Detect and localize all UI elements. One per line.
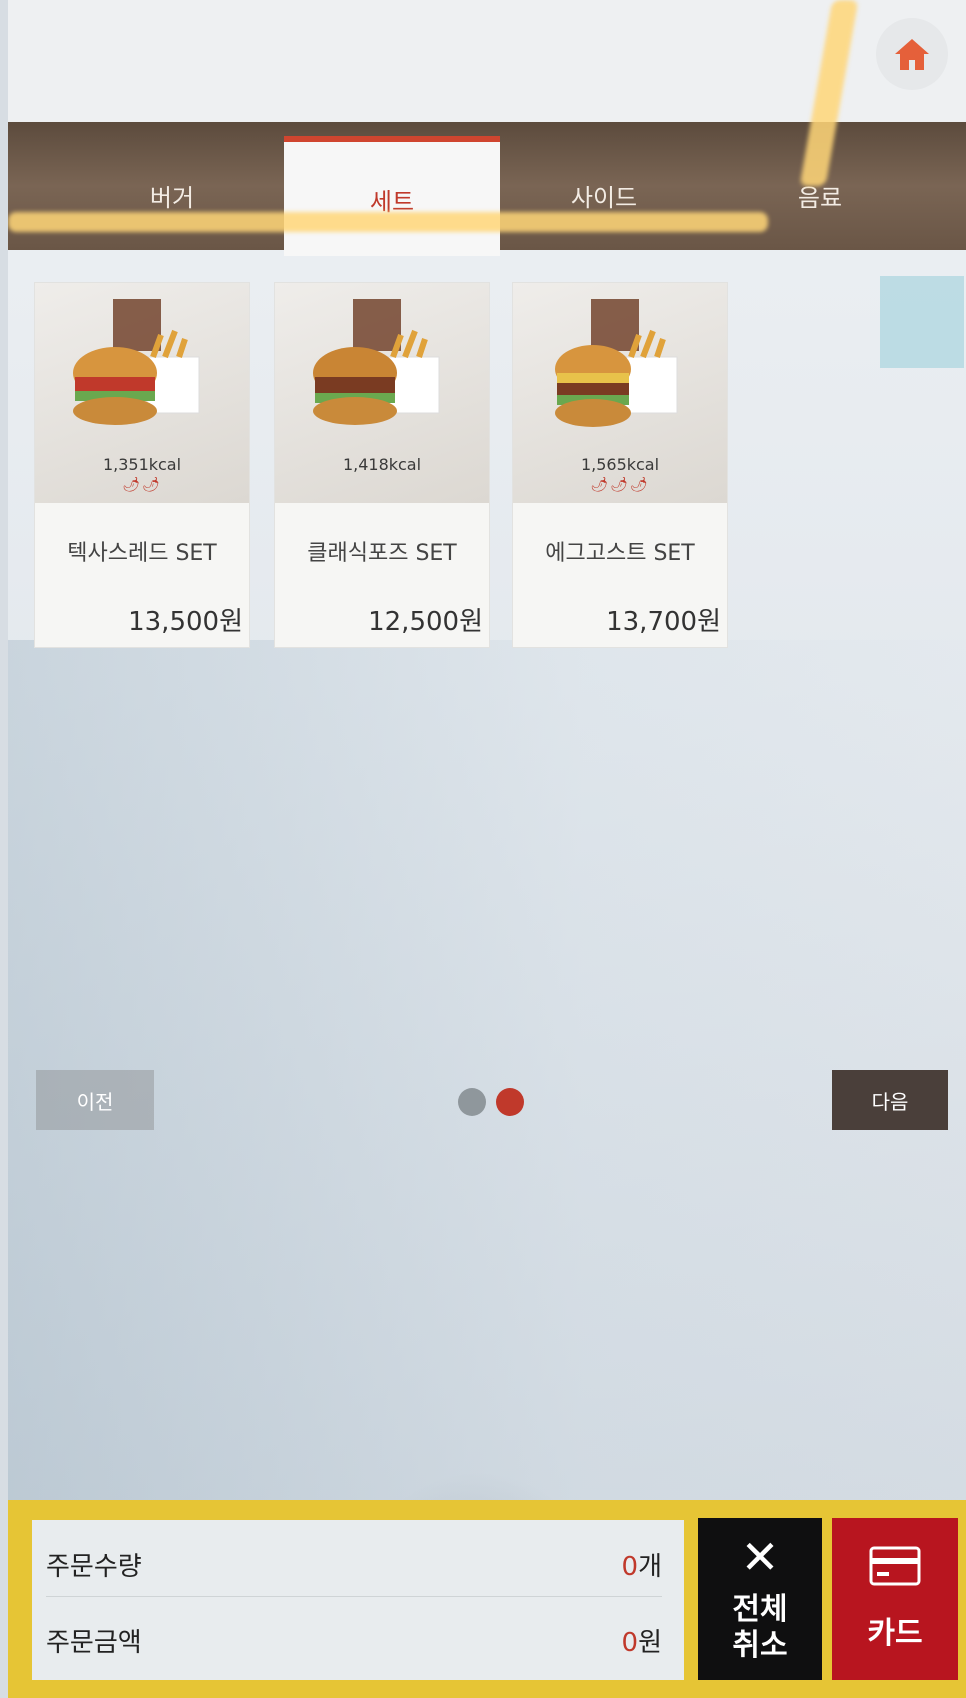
page-dot-2-active[interactable] [496, 1088, 524, 1116]
kcal-label: 1,418kcal [342, 455, 422, 474]
burger-set-icon [313, 299, 440, 425]
burger-set-icon [73, 299, 200, 425]
menu-card[interactable]: 1,565kcal 🌶🌶🌶 에그고스트 SET 13,700원 [512, 282, 728, 648]
prev-label: 이전 [76, 1089, 114, 1114]
cancel-label: 전체 취소 [732, 1592, 788, 1663]
tab-side[interactable]: 사이드 [496, 140, 712, 250]
burger-set-icon [555, 299, 678, 427]
amount-value: 0원 [622, 1622, 662, 1659]
qty-unit: 개 [638, 1552, 662, 1582]
tab-set[interactable]: 세트 [284, 136, 500, 256]
next-page-button[interactable]: 다음 [832, 1070, 948, 1130]
item-name: 에그고스트 SET [545, 541, 695, 566]
close-icon: ✕ [740, 1530, 780, 1584]
card-label: 카드 [867, 1616, 923, 1651]
tab-label: 버거 [149, 183, 195, 212]
item-name: 클래식포즈 SET [307, 541, 457, 566]
order-summary: 주문수량 0개 주문금액 0원 [32, 1520, 684, 1680]
item-price: 13,700원 [606, 607, 721, 637]
tab-burger[interactable]: 버거 [64, 140, 280, 250]
item-price: 13,500원 [128, 607, 243, 637]
home-icon [895, 39, 929, 70]
menu-card[interactable]: 1,351kcal 🌶🌶 텍사스레드 SET 13,500원 [34, 282, 250, 648]
spice-level-icon: 🌶🌶 [122, 477, 162, 493]
card-payment-button[interactable]: 카드 [832, 1518, 958, 1680]
qty-number: 0 [621, 1552, 639, 1582]
item-price: 12,500원 [368, 607, 483, 637]
prev-page-button[interactable]: 이전 [36, 1070, 154, 1130]
menu-card[interactable]: 1,418kcal 클래식포즈 SET 12,500원 [274, 282, 490, 648]
order-qty-row: 주문수량 0개 [46, 1526, 662, 1597]
next-label: 다음 [871, 1089, 909, 1114]
order-bar: 주문수량 0개 주문금액 0원 ✕ 전체 취소 카드 [8, 1500, 966, 1698]
credit-card-icon [869, 1546, 921, 1586]
tab-label: 사이드 [570, 183, 638, 212]
amount-label: 주문금액 [46, 1628, 142, 1658]
qty-label: 주문수량 [46, 1552, 142, 1582]
home-button[interactable] [876, 18, 948, 90]
spice-level-icon: 🌶🌶🌶 [590, 477, 650, 493]
qty-value: 0개 [622, 1546, 662, 1583]
cancel-all-button[interactable]: ✕ 전체 취소 [698, 1518, 822, 1680]
kcal-label: 1,351kcal [102, 455, 182, 474]
light-glare [8, 212, 768, 232]
page-dot-1[interactable] [458, 1088, 486, 1116]
item-name: 텍사스레드 SET [67, 541, 217, 566]
amount-number: 0 [621, 1628, 639, 1658]
kcal-label: 1,565kcal [580, 455, 660, 474]
amount-unit: 원 [638, 1628, 662, 1658]
partial-thumbnail [880, 276, 964, 368]
order-amount-row: 주문금액 0원 [46, 1602, 662, 1672]
kiosk-screen: 버거 사이드 음료 세트 1,351kcal 🌶🌶 텍사스레드 SET 13,5… [8, 0, 966, 1698]
